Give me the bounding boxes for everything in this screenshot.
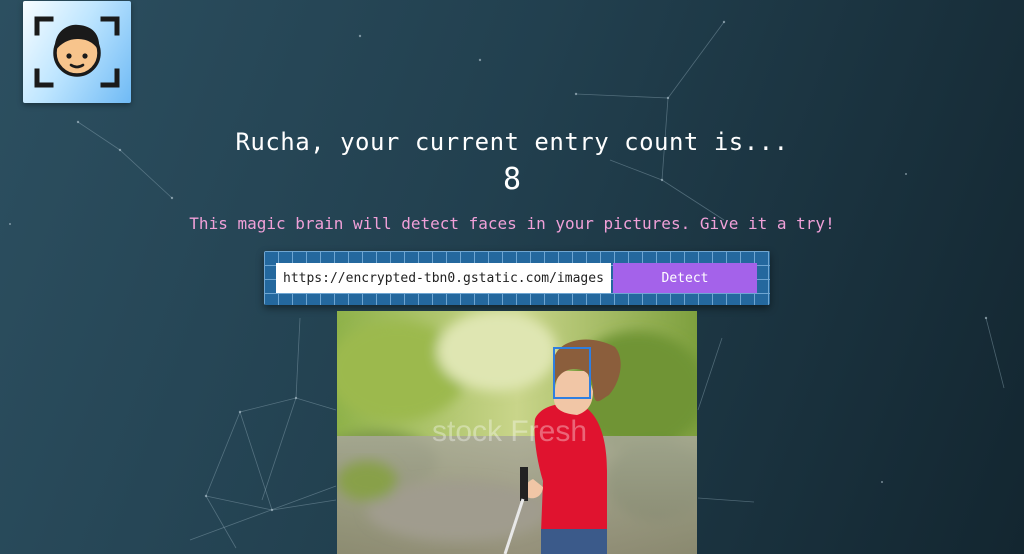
greeting-heading: Rucha, your current entry count is...: [235, 128, 789, 156]
result-image: stock Fresh: [337, 311, 697, 554]
face-scan-icon: [34, 16, 120, 88]
image-watermark: stock Fresh: [432, 415, 587, 448]
tagline-text: This magic brain will detect faces in yo…: [189, 214, 835, 233]
app-logo[interactable]: [23, 1, 131, 103]
detect-button[interactable]: Detect: [613, 263, 757, 293]
image-url-form: Detect: [264, 251, 770, 305]
face-bounding-box: [553, 347, 591, 399]
image-url-input[interactable]: [276, 263, 611, 293]
entry-count: 8: [502, 162, 522, 197]
